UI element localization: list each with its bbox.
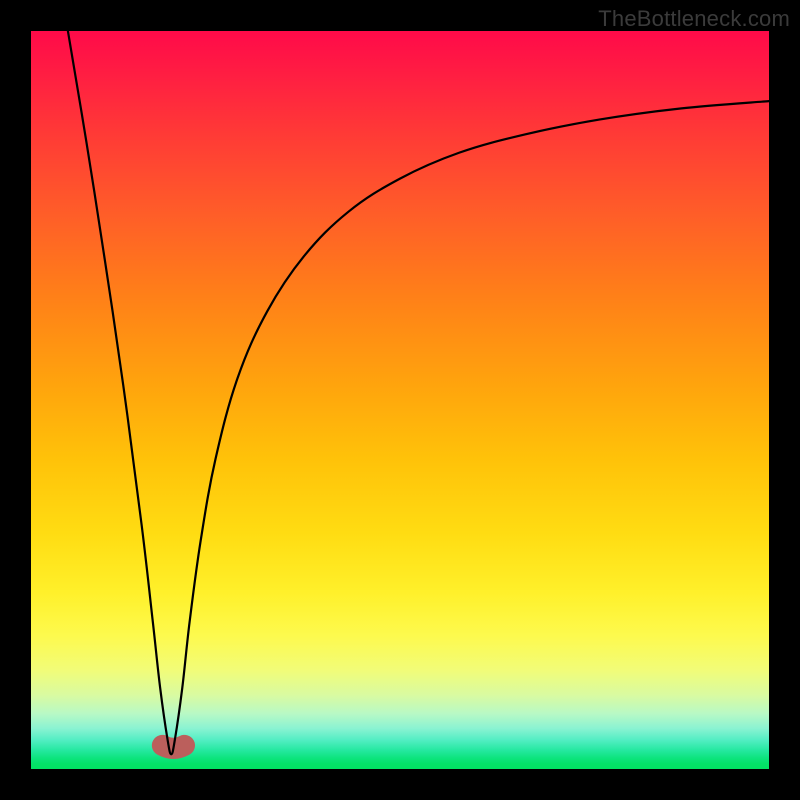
plot-area (31, 31, 769, 769)
watermark-label: TheBottleneck.com (598, 6, 790, 32)
bottleneck-curve (68, 31, 769, 754)
outer-frame: TheBottleneck.com (0, 0, 800, 800)
curve-layer (31, 31, 769, 769)
